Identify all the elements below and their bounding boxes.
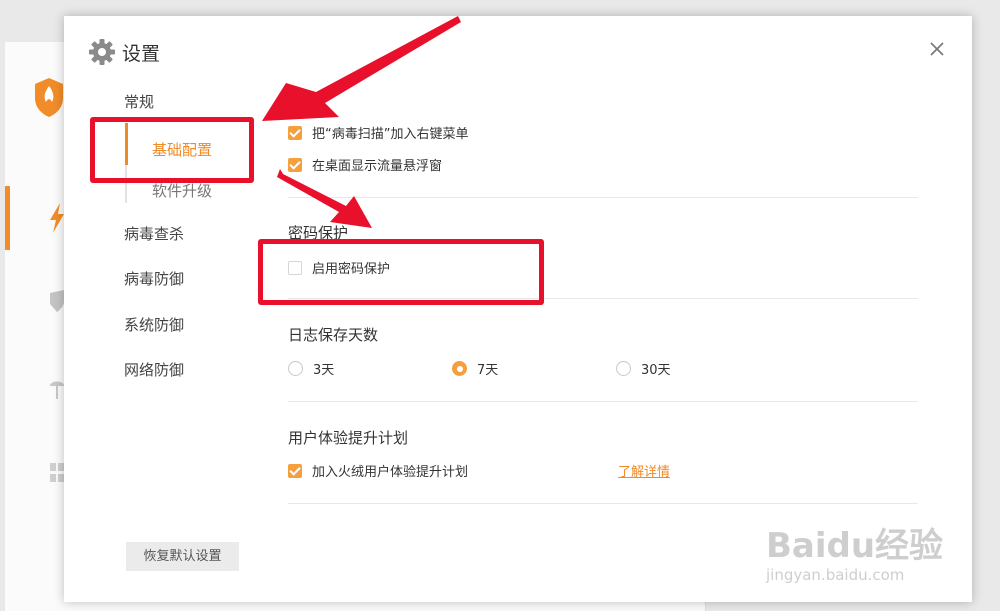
- watermark-url: jingyan.baidu.com: [766, 566, 905, 584]
- annotation-arrow: [277, 169, 372, 228]
- annotation-arrow: [262, 16, 461, 121]
- watermark-logo: Baidu经验: [766, 526, 944, 566]
